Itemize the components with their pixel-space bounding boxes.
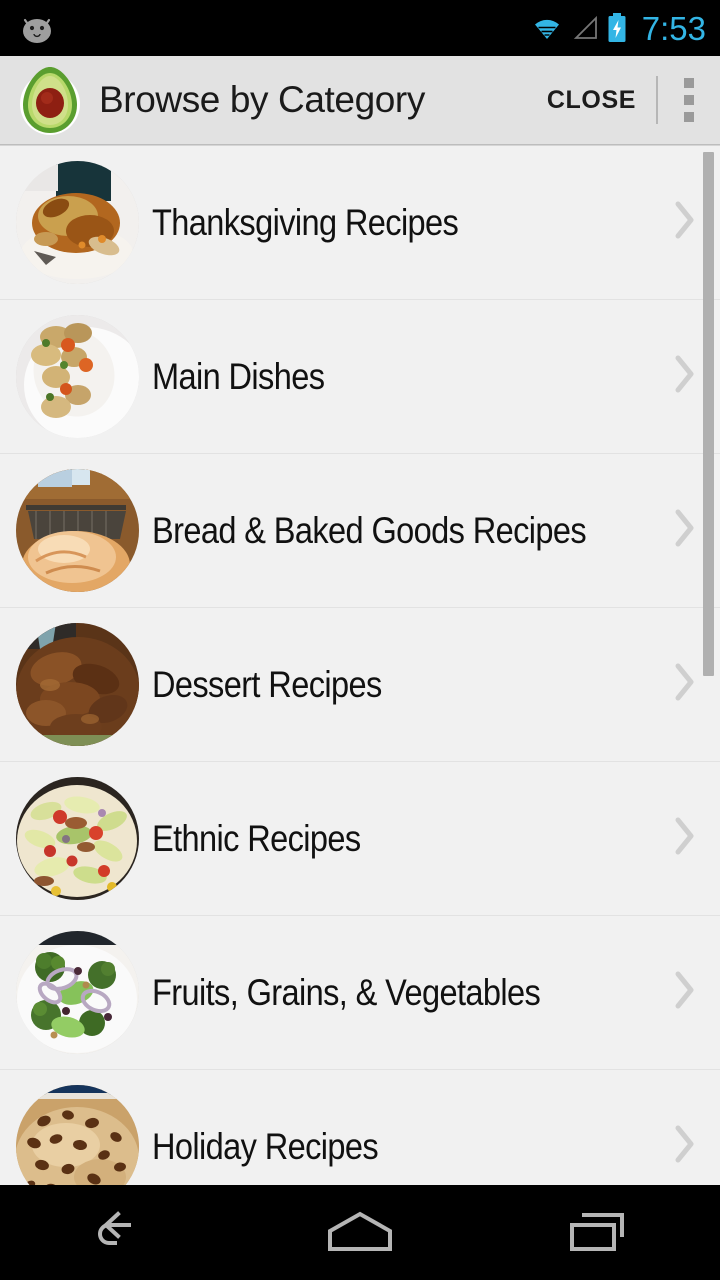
list-item[interactable]: Thanksgiving Recipes <box>0 146 720 300</box>
chevron-right-icon <box>675 355 694 393</box>
overflow-menu-icon[interactable] <box>658 56 720 144</box>
nav-back-button[interactable] <box>0 1207 240 1259</box>
category-thumbnail <box>16 777 139 900</box>
chevron-right-icon <box>675 1125 694 1163</box>
list-item[interactable]: Fruits, Grains, & Vegetables <box>0 916 720 1070</box>
overflow-dot <box>684 78 694 88</box>
chevron-right-icon <box>675 663 694 701</box>
chevron-right-icon <box>672 814 698 863</box>
nav-home-button[interactable] <box>240 1207 480 1259</box>
navigation-bar <box>0 1185 720 1280</box>
chevron-right-icon <box>675 971 694 1009</box>
avocado-icon <box>20 67 80 135</box>
list-item-label: Dessert Recipes <box>152 663 382 705</box>
recents-icon <box>570 1212 624 1251</box>
chevron-right-icon <box>672 660 698 709</box>
home-icon <box>328 1211 392 1251</box>
category-thumbnail <box>16 931 139 1054</box>
chevron-right-icon <box>672 506 698 555</box>
list-item[interactable]: Main Dishes <box>0 300 720 454</box>
list-item-label: Thanksgiving Recipes <box>152 201 459 243</box>
category-thumbnail <box>16 161 139 284</box>
status-bar-icons: 7:53 <box>528 12 720 45</box>
status-bar: 7:53 <box>0 0 720 56</box>
list-item[interactable]: Bread & Baked Goods Recipes <box>0 454 720 608</box>
chevron-right-icon <box>672 352 698 401</box>
action-bar: Browse by Category CLOSE <box>0 56 720 145</box>
category-thumbnail <box>16 623 139 746</box>
list-item-label: Holiday Recipes <box>152 1125 379 1167</box>
category-list[interactable]: Thanksgiving Recipes Main Dishes Bread &… <box>0 146 720 1185</box>
chevron-right-icon <box>672 1122 698 1171</box>
chevron-right-icon <box>672 968 698 1017</box>
list-item[interactable]: Holiday Recipes <box>0 1070 720 1185</box>
list-item-label: Fruits, Grains, & Vegetables <box>152 971 541 1013</box>
overflow-dot <box>684 95 694 105</box>
chevron-right-icon <box>675 201 694 239</box>
signal-triangle-icon <box>573 15 597 39</box>
category-thumbnail <box>16 1085 139 1185</box>
nav-recents-button[interactable] <box>480 1207 720 1259</box>
chevron-right-icon <box>675 509 694 547</box>
phone-screen: 7:53 Browse by Category CLOSE Thanksgivi… <box>0 0 720 1280</box>
battery-charging-icon <box>608 13 626 42</box>
list-item-label: Main Dishes <box>152 355 325 397</box>
chevron-right-icon <box>672 198 698 247</box>
action-bar-actions: CLOSE <box>527 56 720 144</box>
close-button[interactable]: CLOSE <box>527 56 656 144</box>
page-title: Browse by Category <box>99 79 425 120</box>
wifi-icon <box>534 19 559 39</box>
list-item[interactable]: Dessert Recipes <box>0 608 720 762</box>
chevron-right-icon <box>675 817 694 855</box>
status-bar-clock: 7:53 <box>641 9 706 47</box>
overflow-dot <box>684 112 694 122</box>
back-icon <box>98 1210 131 1245</box>
category-thumbnail <box>16 469 139 592</box>
list-item-label: Ethnic Recipes <box>152 817 361 859</box>
category-thumbnail <box>16 315 139 438</box>
android-head-icon <box>23 18 51 43</box>
list-item[interactable]: Ethnic Recipes <box>0 762 720 916</box>
list-item-label: Bread & Baked Goods Recipes <box>152 509 587 551</box>
